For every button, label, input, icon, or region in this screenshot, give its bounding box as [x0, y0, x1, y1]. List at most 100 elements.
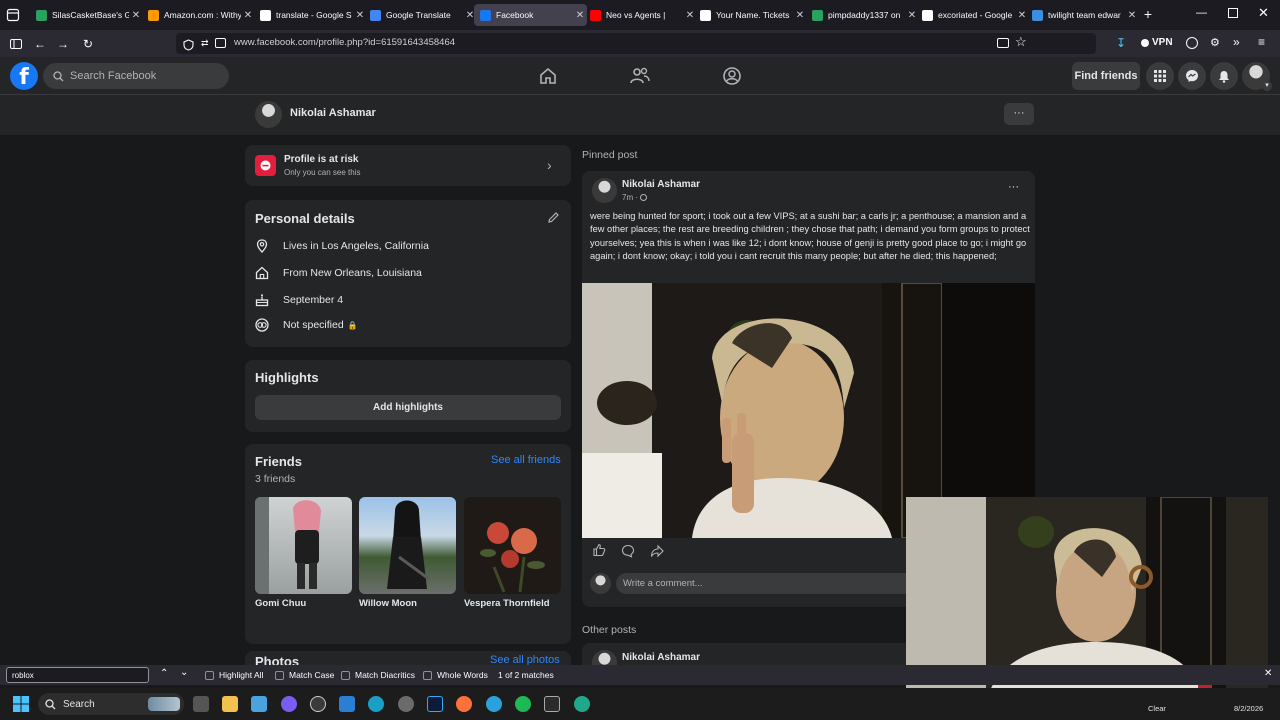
notepad-icon[interactable] — [251, 696, 267, 712]
tab-overview-icon[interactable] — [6, 8, 20, 22]
friend-name-willow-moon[interactable]: Willow Moon — [359, 598, 417, 609]
browser-tab[interactable]: SilasCasketBase's Ga ✕ — [30, 4, 143, 26]
profile-name[interactable]: Nikolai Ashamar — [290, 107, 376, 119]
browser-tab[interactable]: Neo vs Agents | ✕ — [584, 4, 697, 26]
profile-risk-card[interactable]: Profile is at risk Only you can see this… — [245, 145, 571, 186]
find-in-page-bar: roblox ⌃ ⌄ Highlight All Match Case Matc… — [0, 665, 1280, 685]
shield-icon[interactable] — [183, 38, 194, 56]
risk-alert-icon — [255, 155, 276, 176]
groups-nav-icon[interactable] — [721, 65, 743, 87]
add-highlights-button[interactable]: Add highlights — [255, 395, 561, 420]
downloads-icon[interactable]: ↧ — [1116, 36, 1126, 50]
weather-text[interactable]: Clear — [1148, 704, 1166, 713]
whole-words-checkbox[interactable]: Whole Words — [423, 670, 488, 680]
firefox-icon[interactable] — [456, 696, 472, 712]
app-icon-blue[interactable] — [339, 696, 355, 712]
url-text[interactable]: www.facebook.com/profile.php?id=61591643… — [234, 37, 455, 48]
post-author-name[interactable]: Nikolai Ashamar — [622, 179, 700, 190]
reader-view-icon[interactable] — [997, 38, 1009, 48]
browser-tab[interactable]: excoriated - Google ✕ — [916, 4, 1029, 26]
browser-tab[interactable]: twilight team edwar ✕ — [1026, 4, 1139, 26]
friend-name-gomi-chuu[interactable]: Gomi Chuu — [255, 598, 306, 609]
browser-tab[interactable]: Facebook ✕ — [474, 4, 587, 26]
other-post-author[interactable]: Nikolai Ashamar — [622, 652, 700, 663]
profile-more-button[interactable]: ··· — [1004, 103, 1034, 125]
menu-grid-icon[interactable] — [1146, 62, 1174, 90]
facebook-search-input[interactable]: Search Facebook — [43, 63, 229, 89]
comment-icon[interactable] — [621, 544, 635, 563]
friends-nav-icon[interactable] — [629, 65, 651, 87]
find-close-icon[interactable]: ✕ — [1264, 668, 1272, 679]
minimize-button[interactable]: — — [1196, 7, 1210, 19]
facebook-logo[interactable]: f — [10, 62, 38, 90]
friend-photo-vespera-thornfield[interactable] — [464, 497, 561, 594]
bookmark-star-icon[interactable]: ☆ — [1015, 34, 1027, 50]
find-previous-icon[interactable]: ⌃ — [160, 668, 168, 679]
account-icon[interactable] — [1186, 37, 1198, 49]
post-options-button[interactable]: ··· — [1008, 181, 1019, 193]
sidebar-toggle-icon[interactable] — [6, 34, 26, 54]
extensions-icon[interactable]: ⚙ — [1210, 36, 1220, 49]
highlight-all-checkbox[interactable]: Highlight All — [205, 670, 263, 680]
file-explorer-icon[interactable] — [222, 696, 238, 712]
friend-photo-gomi-chuu[interactable] — [255, 497, 352, 594]
windows-start-icon[interactable] — [13, 696, 29, 717]
reload-button[interactable]: ↻ — [78, 34, 98, 54]
close-window-button[interactable]: ✕ — [1258, 5, 1269, 21]
match-diacritics-checkbox[interactable]: Match Diacritics — [341, 670, 415, 680]
see-all-photos-link[interactable]: See all photos — [490, 654, 560, 665]
browser-tab[interactable]: Google Translate ✕ — [364, 4, 477, 26]
share-icon[interactable] — [650, 544, 664, 563]
app-menu-icon[interactable]: ≡ — [1258, 35, 1265, 49]
telegram-icon[interactable] — [486, 696, 502, 712]
vpn-button[interactable]: VPN — [1141, 37, 1173, 48]
match-case-checkbox[interactable]: Match Case — [275, 670, 334, 680]
taskbar-search[interactable]: Search — [38, 693, 184, 715]
find-input[interactable]: roblox — [6, 667, 149, 683]
see-all-friends-link[interactable]: See all friends — [491, 454, 561, 466]
maximize-button[interactable] — [1228, 8, 1238, 18]
back-button[interactable]: ← — [30, 34, 50, 54]
account-chevron-icon[interactable]: ▾ — [1262, 81, 1272, 91]
messenger-icon[interactable] — [1178, 62, 1206, 90]
app-icon-teal[interactable] — [574, 696, 590, 712]
photoshop-icon[interactable] — [427, 696, 443, 712]
photos-card: Photos See all photos — [245, 651, 571, 665]
tab-close-icon[interactable]: ✕ — [1125, 10, 1139, 21]
overflow-chevron-icon[interactable]: » — [1233, 35, 1240, 49]
settings-gear-icon[interactable] — [398, 696, 414, 712]
browser-tab[interactable]: Your Name. Tickets ✕ — [694, 4, 807, 26]
github-icon[interactable] — [310, 696, 326, 712]
home-nav-icon[interactable] — [537, 65, 559, 87]
tracking-icon[interactable] — [215, 38, 226, 48]
task-view-icon[interactable] — [193, 696, 209, 712]
notifications-bell-icon[interactable] — [1210, 62, 1238, 90]
tab-close-icon[interactable]: ✕ — [241, 10, 255, 21]
like-icon[interactable] — [592, 543, 606, 562]
spotify-icon[interactable] — [515, 696, 531, 712]
chevron-right-icon: › — [547, 157, 552, 173]
profile-avatar[interactable] — [255, 101, 282, 128]
edge-icon[interactable] — [368, 696, 384, 712]
browser-tab[interactable]: translate - Google S ✕ — [254, 4, 367, 26]
new-tab-button[interactable]: + — [1141, 7, 1155, 21]
friend-photo-willow-moon[interactable] — [359, 497, 456, 594]
discord-icon[interactable] — [281, 696, 297, 712]
friend-name-vespera-thornfield[interactable]: Vespera Thornfield — [464, 598, 550, 609]
find-friends-button[interactable]: Find friends — [1072, 62, 1140, 90]
facebook-top-nav: f Search Facebook Find friends ▾ — [0, 57, 1280, 95]
tab-favicon-icon — [260, 9, 271, 21]
forward-button[interactable]: → — [53, 34, 73, 54]
clock-date[interactable]: 8/2/2026 — [1234, 704, 1263, 713]
browser-tab[interactable]: Amazon.com : Withy ✕ — [142, 4, 255, 26]
find-next-icon[interactable]: ⌄ — [180, 667, 188, 678]
detail-row-location: Lives in Los Angeles, California — [255, 238, 429, 254]
tab-close-icon[interactable]: ✕ — [793, 10, 807, 21]
app-icon-terminal[interactable] — [544, 696, 560, 712]
tab-close-icon[interactable]: ✕ — [129, 10, 143, 21]
edit-pencil-icon[interactable] — [547, 211, 560, 229]
post-author-avatar[interactable] — [592, 178, 617, 203]
permissions-icon[interactable]: ⇄ — [201, 38, 209, 49]
browser-tab[interactable]: pimpdaddy1337 on ✕ — [806, 4, 919, 26]
other-post-avatar[interactable] — [592, 650, 617, 665]
